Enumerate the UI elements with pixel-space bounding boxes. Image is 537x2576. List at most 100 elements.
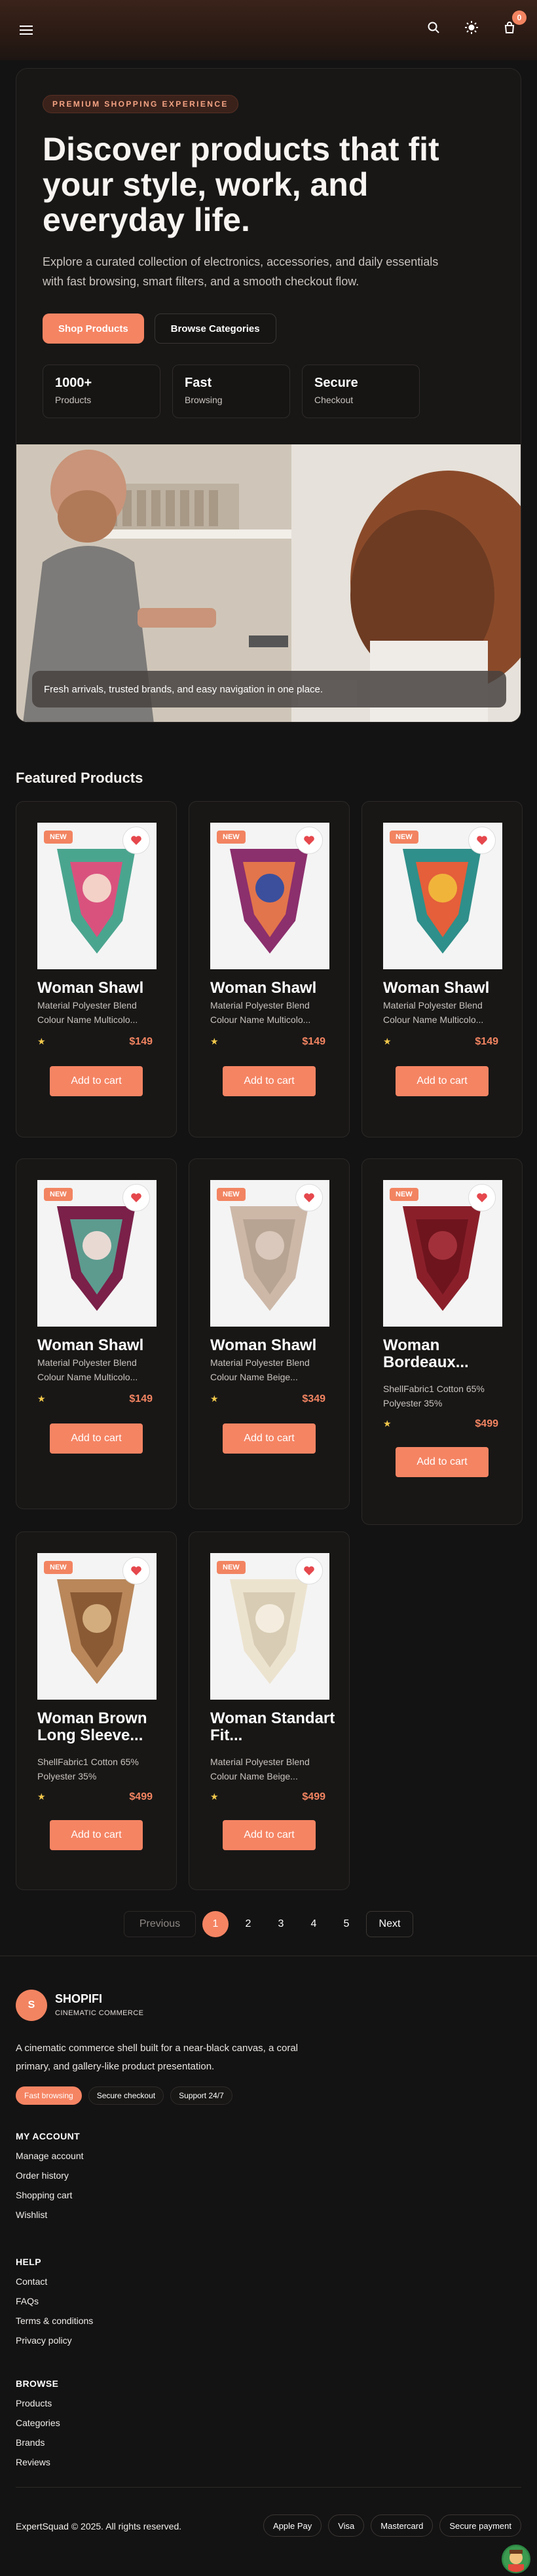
product-price: $149 bbox=[302, 1036, 325, 1047]
footer-link[interactable]: FAQs bbox=[16, 2296, 278, 2306]
footer-link[interactable]: Reviews bbox=[16, 2457, 278, 2467]
heart-icon[interactable] bbox=[295, 1557, 323, 1584]
bag-icon[interactable]: 0 bbox=[496, 10, 527, 41]
payment-secure: Secure payment bbox=[439, 2514, 521, 2537]
chip-support: Support 24/7 bbox=[170, 2086, 232, 2105]
product-title[interactable]: Woman Shawl bbox=[210, 980, 341, 997]
stat-label: Products bbox=[55, 395, 92, 405]
product-card[interactable]: NEW Woman Brown Long Sleeve... ShellFabric… bbox=[16, 1531, 177, 1890]
product-title[interactable]: Woman Shawl bbox=[37, 1337, 168, 1354]
product-description: Material Polyester Blend Colour Name Mul… bbox=[37, 1357, 138, 1382]
menu-icon[interactable] bbox=[14, 18, 38, 42]
product-title[interactable]: Woman Standart Fit... bbox=[210, 1710, 341, 1744]
add-to-cart-button[interactable]: Add to cart bbox=[396, 1066, 489, 1096]
product-card[interactable]: NEW Woman Shawl Material Polyester Blend C… bbox=[16, 1158, 177, 1509]
hero-eyebrow: PREMIUM SHOPPING EXPERIENCE bbox=[43, 95, 238, 113]
product-description: ShellFabric1 Cotton 65% Polyester 35% bbox=[37, 1757, 139, 1781]
chip-fast-browsing: Fast browsing bbox=[16, 2086, 82, 2105]
hero-caption: Fresh arrivals, trusted brands, and easy… bbox=[32, 671, 506, 707]
product-price: $149 bbox=[475, 1036, 498, 1047]
user-avatar[interactable] bbox=[502, 2545, 530, 2573]
add-to-cart-button[interactable]: Add to cart bbox=[223, 1423, 316, 1454]
footer-section-title: MY ACCOUNT bbox=[16, 2131, 81, 2141]
cart-count-badge: 0 bbox=[512, 10, 527, 25]
new-badge: NEW bbox=[217, 831, 246, 844]
payment-apple-pay: Apple Pay bbox=[263, 2514, 322, 2537]
footer-link[interactable]: Shopping cart bbox=[16, 2190, 278, 2200]
new-badge: NEW bbox=[217, 1561, 246, 1574]
product-price: $499 bbox=[129, 1791, 153, 1802]
add-to-cart-button[interactable]: Add to cart bbox=[50, 1066, 143, 1096]
product-title[interactable]: Woman Brown Long Sleeve... bbox=[37, 1710, 168, 1744]
rating-star-icon: ★ bbox=[383, 1418, 392, 1429]
stat-checkout: Secure Checkout bbox=[302, 365, 420, 418]
heart-icon[interactable] bbox=[122, 1184, 150, 1211]
add-to-cart-button[interactable]: Add to cart bbox=[50, 1820, 143, 1850]
footer-link[interactable]: Brands bbox=[16, 2437, 278, 2448]
add-to-cart-button[interactable]: Add to cart bbox=[223, 1066, 316, 1096]
footer-link[interactable]: Privacy policy bbox=[16, 2335, 278, 2346]
product-title[interactable]: Woman Bordeaux... bbox=[383, 1337, 514, 1371]
page-1-button[interactable]: 1 bbox=[202, 1911, 229, 1937]
product-price: $349 bbox=[302, 1393, 325, 1404]
product-title[interactable]: Woman Shawl bbox=[210, 1337, 341, 1354]
product-card[interactable]: NEW Woman Shawl Material Polyester Blend C… bbox=[189, 801, 350, 1137]
product-description: ShellFabric1 Cotton 65% Polyester 35% bbox=[383, 1384, 485, 1408]
next-page-button[interactable]: Next bbox=[366, 1911, 413, 1937]
product-card[interactable]: NEW Woman Shawl Material Polyester Blend C… bbox=[189, 1158, 350, 1509]
new-badge: NEW bbox=[390, 1188, 418, 1201]
rating-star-icon: ★ bbox=[210, 1393, 219, 1404]
payment-visa: Visa bbox=[328, 2514, 365, 2537]
product-description: Material Polyester Blend Colour Name Bei… bbox=[210, 1357, 310, 1382]
shop-products-button[interactable]: Shop Products bbox=[43, 313, 144, 344]
rating-star-icon: ★ bbox=[37, 1791, 46, 1802]
footer-link[interactable]: Terms & conditions bbox=[16, 2316, 278, 2326]
product-price: $499 bbox=[475, 1418, 498, 1429]
rating-star-icon: ★ bbox=[210, 1036, 219, 1046]
heart-icon[interactable] bbox=[468, 827, 496, 854]
page-5-button[interactable]: 5 bbox=[333, 1911, 360, 1937]
pagination: Previous 1 2 3 4 5 Next bbox=[0, 1911, 537, 1937]
heart-icon[interactable] bbox=[295, 1184, 323, 1211]
add-to-cart-button[interactable]: Add to cart bbox=[50, 1423, 143, 1454]
product-description: Material Polyester Blend Colour Name Mul… bbox=[210, 1000, 311, 1025]
hero-description: Explore a curated collection of electron… bbox=[43, 255, 439, 288]
footer-link[interactable]: Contact bbox=[16, 2276, 278, 2287]
browse-categories-button[interactable]: Browse Categories bbox=[154, 313, 276, 344]
page-4-button[interactable]: 4 bbox=[301, 1911, 327, 1937]
add-to-cart-button[interactable]: Add to cart bbox=[396, 1447, 489, 1477]
brand-name: SHOPIFI bbox=[55, 1992, 103, 2005]
new-badge: NEW bbox=[390, 831, 418, 844]
stat-browsing: Fast Browsing bbox=[172, 365, 290, 418]
product-title[interactable]: Woman Shawl bbox=[37, 980, 168, 997]
brand-tagline: CINEMATIC COMMERCE bbox=[55, 2009, 144, 2017]
sun-icon[interactable] bbox=[458, 14, 485, 41]
footer-link[interactable]: Products bbox=[16, 2398, 278, 2408]
product-description: Material Polyester Blend Colour Name Bei… bbox=[210, 1757, 310, 1781]
chip-secure-checkout: Secure checkout bbox=[88, 2086, 164, 2105]
heart-icon[interactable] bbox=[122, 1557, 150, 1584]
search-icon[interactable] bbox=[420, 14, 447, 41]
heart-icon[interactable] bbox=[468, 1184, 496, 1211]
product-card[interactable]: NEW Woman Shawl Material Polyester Blend C… bbox=[361, 801, 523, 1137]
product-card[interactable]: NEW Woman Shawl Material Polyester Blend C… bbox=[16, 801, 177, 1137]
brand-logo[interactable]: S bbox=[16, 1990, 47, 2021]
add-to-cart-button[interactable]: Add to cart bbox=[223, 1820, 316, 1850]
product-title[interactable]: Woman Shawl bbox=[383, 980, 514, 997]
hero-section: PREMIUM SHOPPING EXPERIENCE Discover pro… bbox=[16, 68, 521, 723]
footer-section-title: BROWSE bbox=[16, 2378, 59, 2389]
stat-label: Checkout bbox=[314, 395, 354, 405]
footer-link[interactable]: Categories bbox=[16, 2418, 278, 2428]
previous-page-button[interactable]: Previous bbox=[124, 1911, 196, 1937]
product-card[interactable]: NEW Woman Standart Fit... Material Polyest… bbox=[189, 1531, 350, 1890]
product-card[interactable]: NEW Woman Bordeaux... ShellFabric1 Cotton … bbox=[361, 1158, 523, 1525]
heart-icon[interactable] bbox=[295, 827, 323, 854]
product-price: $149 bbox=[129, 1036, 153, 1047]
footer-link[interactable]: Order history bbox=[16, 2170, 278, 2181]
heart-icon[interactable] bbox=[122, 827, 150, 854]
page-2-button[interactable]: 2 bbox=[235, 1911, 261, 1937]
stat-value: Secure bbox=[314, 376, 358, 390]
footer-link[interactable]: Manage account bbox=[16, 2151, 278, 2161]
page-3-button[interactable]: 3 bbox=[268, 1911, 294, 1937]
footer-link[interactable]: Wishlist bbox=[16, 2209, 278, 2220]
